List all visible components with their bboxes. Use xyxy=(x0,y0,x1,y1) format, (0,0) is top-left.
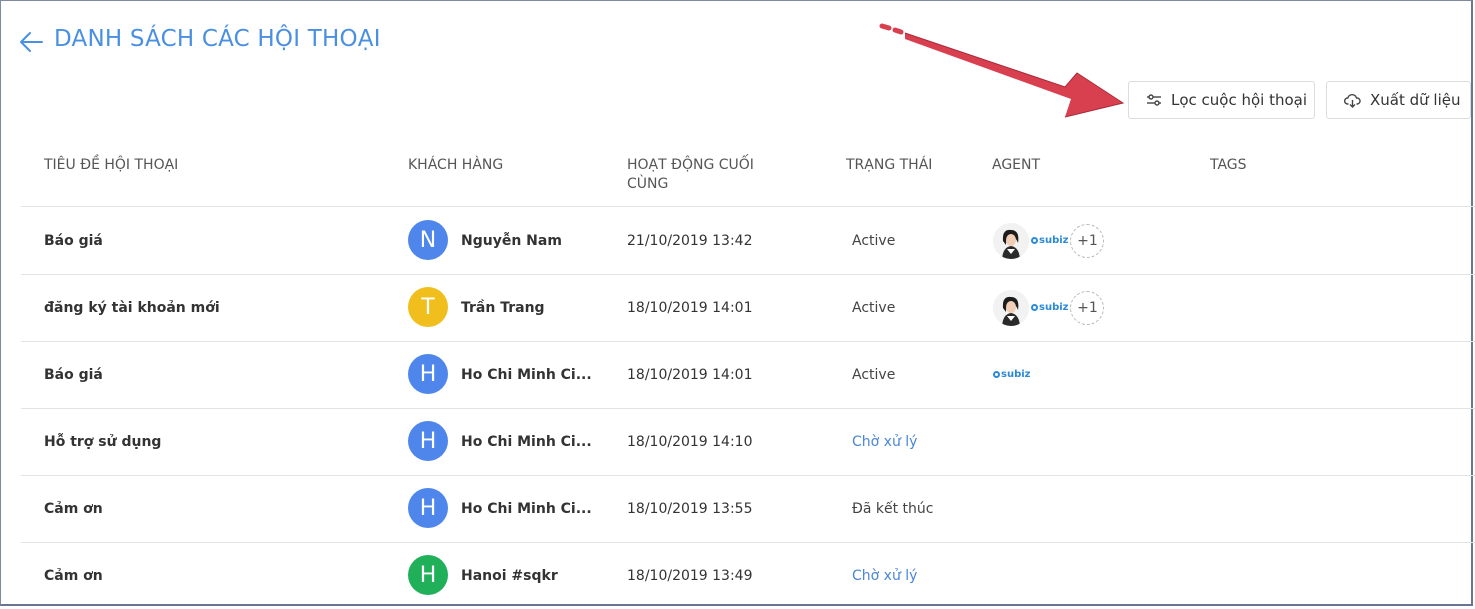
agent-avatar-icon xyxy=(993,222,1029,259)
agent-avatar-icon xyxy=(993,289,1029,326)
conversation-title[interactable]: đăng ký tài khoản mới xyxy=(44,274,220,341)
last-activity-time: 18/10/2019 14:01 xyxy=(627,299,753,316)
agent-list: subiz +1 xyxy=(993,207,1105,274)
more-agents-badge[interactable]: +1 xyxy=(1070,290,1105,325)
last-activity-time: 18/10/2019 13:55 xyxy=(627,500,753,517)
agent-avatar xyxy=(993,222,1029,259)
status-label: Active xyxy=(852,366,896,383)
table-row[interactable]: Hỗ trợ sử dụng H Ho Chi Minh Ci... 18/10/20… xyxy=(21,408,1475,475)
customer-name[interactable]: Hanoi #sqkr xyxy=(461,542,558,609)
filter-sliders-icon xyxy=(1147,94,1161,106)
export-button-label: Xuất dữ liệu xyxy=(1370,91,1461,109)
conversation-title[interactable]: Báo giá xyxy=(44,207,103,274)
status-label: Active xyxy=(852,299,896,316)
conversation-title[interactable]: Cảm ơn xyxy=(44,475,103,542)
last-activity-time: 18/10/2019 14:10 xyxy=(627,433,753,450)
conversation-title[interactable]: Báo giá xyxy=(44,341,103,408)
status-label: Chờ xử lý xyxy=(852,433,918,450)
customer-name[interactable]: Trần Trang xyxy=(461,274,545,341)
back-arrow-icon[interactable] xyxy=(18,30,44,54)
annotation-arrow-icon xyxy=(879,23,1125,118)
customer-avatar: H xyxy=(408,555,448,595)
agent-list: subiz +1 xyxy=(993,274,1105,341)
column-header-agent[interactable]: AGENT xyxy=(992,156,1040,175)
agent-avatar xyxy=(993,289,1029,326)
last-activity-time: 21/10/2019 13:42 xyxy=(627,232,753,249)
last-activity-time: 18/10/2019 14:01 xyxy=(627,366,753,383)
cloud-download-icon xyxy=(1344,93,1361,108)
column-header-title[interactable]: TIÊU ĐỀ HỘI THOẠI xyxy=(44,156,178,175)
customer-avatar: H xyxy=(408,421,448,461)
customer-avatar: T xyxy=(408,287,448,327)
customer-name[interactable]: Nguyễn Nam xyxy=(461,207,562,274)
customer-avatar: H xyxy=(408,354,448,394)
table-row[interactable]: đăng ký tài khoản mới T Trần Trang 18/10/20… xyxy=(21,274,1475,341)
export-data-button[interactable]: Xuất dữ liệu xyxy=(1326,81,1471,119)
status-label: Chờ xử lý xyxy=(852,567,918,584)
filter-button-label: Lọc cuộc hội thoại xyxy=(1171,91,1308,109)
table-row[interactable]: Báo giá H Ho Chi Minh Ci... 18/10/2019 14:0… xyxy=(21,341,1475,408)
conversation-title[interactable]: Cảm ơn xyxy=(44,542,103,609)
customer-avatar: N xyxy=(408,220,448,260)
last-activity-time: 18/10/2019 13:49 xyxy=(627,567,753,584)
page-title: DANH SÁCH CÁC HỘI THOẠI xyxy=(54,26,381,52)
subiz-logo: subiz xyxy=(1031,235,1068,246)
agent-list: subiz xyxy=(993,341,1032,408)
customer-name[interactable]: Ho Chi Minh Ci... xyxy=(461,475,592,542)
status-label: Active xyxy=(852,232,896,249)
subiz-logo: subiz xyxy=(993,369,1030,380)
table-row[interactable]: Cảm ơn H Hanoi #sqkr 18/10/2019 13:49 Chờ xử… xyxy=(21,542,1475,609)
status-label: Đã kết thúc xyxy=(852,500,934,517)
column-header-tags[interactable]: TAGS xyxy=(1210,156,1247,175)
more-agents-badge[interactable]: +1 xyxy=(1070,223,1105,258)
conversation-title[interactable]: Hỗ trợ sử dụng xyxy=(44,408,161,475)
column-header-status[interactable]: TRẠNG THÁI xyxy=(846,156,932,175)
filter-conversations-button[interactable]: Lọc cuộc hội thoại xyxy=(1128,81,1315,119)
table-row[interactable]: Báo giá N Nguyễn Nam 21/10/2019 13:42 Active… xyxy=(21,207,1475,274)
customer-avatar: H xyxy=(408,488,448,528)
customer-name[interactable]: Ho Chi Minh Ci... xyxy=(461,408,592,475)
table-row[interactable]: Cảm ơn H Ho Chi Minh Ci... 18/10/2019 13:55… xyxy=(21,475,1475,542)
column-header-customer[interactable]: KHÁCH HÀNG xyxy=(408,156,503,175)
customer-name[interactable]: Ho Chi Minh Ci... xyxy=(461,341,592,408)
subiz-logo: subiz xyxy=(1031,302,1068,313)
column-header-last-activity[interactable]: HOẠT ĐỘNG CUỐI CÙNG xyxy=(627,156,797,194)
